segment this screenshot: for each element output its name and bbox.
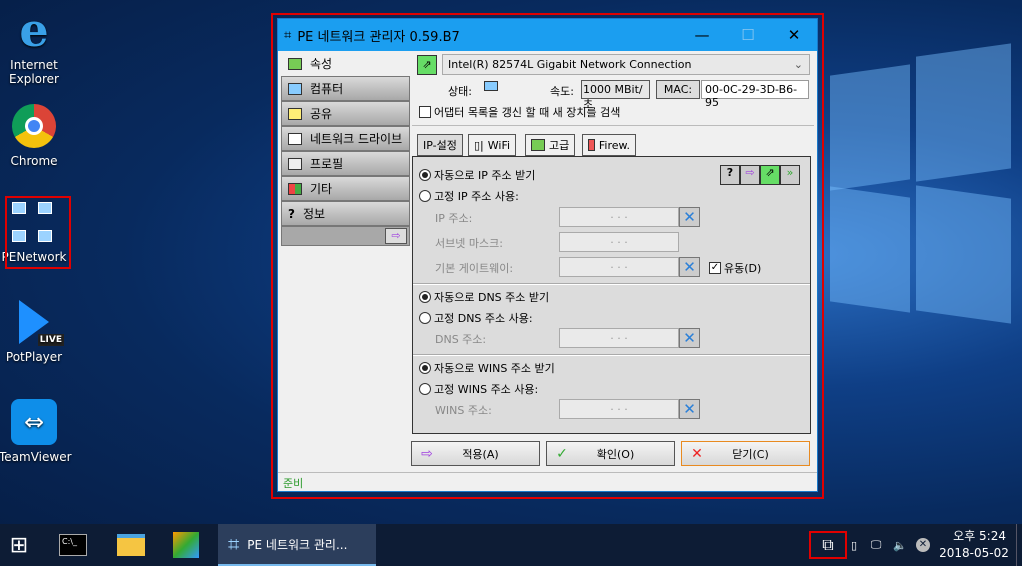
- chevron-down-icon: ⌄: [793, 58, 803, 71]
- help-icon[interactable]: ?: [720, 165, 740, 185]
- firewall-icon: [588, 139, 595, 151]
- app-icon: ⌗: [284, 27, 292, 43]
- taskbar-cmd[interactable]: C:\_: [50, 524, 96, 566]
- volume-icon[interactable]: 🔈: [890, 524, 910, 566]
- network-card-icon: [288, 57, 302, 70]
- share-icon: [288, 107, 302, 120]
- arrow-right-icon[interactable]: ⇨: [740, 165, 760, 185]
- folder-icon: [117, 534, 145, 556]
- other-icon: [288, 182, 302, 195]
- clear-gateway-button[interactable]: ✕: [679, 257, 700, 277]
- static-ip-radio[interactable]: 고정 IP 주소 사용:: [419, 188, 519, 204]
- close-dialog-button[interactable]: ✕ 닫기(C): [681, 441, 810, 466]
- network-status-icon: [484, 81, 498, 91]
- ip-settings-panel: ? ⇨ ⇗ » 자동으로 IP 주소 받기 고정 IP 주소 사용: IP 주소…: [412, 156, 811, 434]
- windows-icon: ⊞: [9, 532, 29, 558]
- check-icon: ✓: [556, 445, 568, 462]
- auto-wins-radio[interactable]: 자동으로 WINS 주소 받기: [419, 360, 555, 376]
- taskbar-pe-network-manager[interactable]: ⌗ PE 네트워크 관리...: [218, 524, 376, 566]
- refresh-adapter-button[interactable]: ⇗: [417, 55, 437, 75]
- cmd-icon: C:\_: [59, 534, 87, 556]
- refresh-icon[interactable]: ⇗: [760, 165, 780, 185]
- title-bar[interactable]: ⌗ PE 네트워크 관리자 0.59.B7 — ☐ ✕: [278, 19, 817, 51]
- network-tray-icon[interactable]: 🖵: [866, 524, 886, 566]
- settings-app-icon: [173, 532, 199, 558]
- clear-ip-button[interactable]: ✕: [679, 207, 700, 227]
- clear-wins-button[interactable]: ✕: [679, 399, 700, 419]
- sidebar-item-computer[interactable]: 컴퓨터: [281, 76, 410, 101]
- scan-devices-checkbox[interactable]: 어댑터 목록을 갱신 할 때 새 장치를 검색: [419, 104, 620, 120]
- teamviewer-icon: ⇔: [10, 398, 58, 446]
- sidebar-item-other[interactable]: 기타: [281, 176, 410, 201]
- tab-advanced[interactable]: 고급: [525, 134, 576, 156]
- divider: [412, 125, 814, 126]
- ok-button[interactable]: ✓ 확인(O): [546, 441, 675, 466]
- computer-icon: [288, 82, 302, 95]
- taskbar: ⊞ C:\_ ⌗ PE 네트워크 관리... ⧉ ▯ 🖵 🔈 ✕ 오후 5:24 2…: [0, 524, 1022, 566]
- desktop-icon-chrome[interactable]: Chrome: [0, 102, 69, 168]
- pe-network-manager-window: ⌗ PE 네트워크 관리자 0.59.B7 — ☐ ✕ 속성 컴퓨터 공유 네트…: [277, 18, 818, 492]
- sidebar-item-network-drive[interactable]: 네트워크 드라이브: [281, 126, 410, 151]
- tab-ip-settings[interactable]: IP-설정: [417, 134, 463, 156]
- tab-firewall[interactable]: Firew.: [582, 134, 636, 156]
- tab-wifi[interactable]: ▯| WiFi: [468, 134, 517, 156]
- speed-value: 1000 MBit/초: [581, 80, 650, 111]
- sidebar-item-profile[interactable]: 프로필: [281, 151, 410, 176]
- show-desktop-button[interactable]: [1016, 524, 1022, 566]
- clock[interactable]: 오후 5:24 2018-05-02: [936, 524, 1012, 566]
- network-drive-icon: [288, 132, 302, 145]
- dynamic-checkbox[interactable]: ✓ 유동(D): [709, 260, 761, 276]
- auto-ip-radio[interactable]: 자동으로 IP 주소 받기: [419, 167, 535, 183]
- sidebar-item-share[interactable]: 공유: [281, 101, 410, 126]
- highlight-box: [5, 196, 71, 269]
- desktop-icon-teamviewer[interactable]: ⇔ TeamViewer: [0, 398, 72, 464]
- toolbar-mini: ? ⇨ ⇗ »: [720, 165, 800, 185]
- clear-dns-button[interactable]: ✕: [679, 328, 700, 348]
- notification-close-icon[interactable]: ✕: [914, 524, 932, 566]
- sidebar-item-info[interactable]: ? 정보: [281, 201, 410, 226]
- x-icon: ✕: [691, 445, 703, 462]
- status-bar: 준비: [278, 472, 817, 491]
- wins-address-input[interactable]: . . .: [559, 399, 679, 419]
- internet-explorer-icon: e: [19, 3, 49, 57]
- maximize-button[interactable]: ☐: [725, 26, 771, 44]
- arrow-right-icon: ⇨: [421, 445, 433, 462]
- divider: [413, 354, 810, 356]
- adapter-select[interactable]: Intel(R) 82574L Gigabit Network Connecti…: [442, 54, 810, 75]
- question-icon: ?: [288, 206, 295, 221]
- usb-icon[interactable]: ▯: [846, 524, 862, 566]
- dns-address-input[interactable]: . . .: [559, 328, 679, 348]
- sidebar: 속성 컴퓨터 공유 네트워크 드라이브 프로필 기타 ? 정보 ⇨: [281, 51, 410, 246]
- minimize-button[interactable]: —: [679, 26, 725, 44]
- divider: [413, 283, 810, 285]
- ip-address-input[interactable]: . . .: [559, 207, 679, 227]
- sidebar-item-properties[interactable]: 속성: [281, 51, 410, 76]
- expand-icon[interactable]: »: [780, 165, 800, 185]
- start-button[interactable]: ⊞: [0, 524, 38, 566]
- sidebar-footer: ⇨: [281, 226, 410, 246]
- apply-button[interactable]: ⇨ 적용(A): [411, 441, 540, 466]
- static-dns-radio[interactable]: 고정 DNS 주소 사용:: [419, 310, 533, 326]
- network-icon: ⌗: [228, 532, 240, 556]
- static-wins-radio[interactable]: 고정 WINS 주소 사용:: [419, 381, 538, 397]
- window-title: PE 네트워크 관리자 0.59.B7: [297, 29, 460, 45]
- windows-logo-wallpaper: [830, 40, 1011, 330]
- collapse-arrow-button[interactable]: ⇨: [385, 228, 407, 244]
- subnet-mask-input[interactable]: . . .: [559, 232, 679, 252]
- chrome-icon: [10, 102, 58, 150]
- profile-icon: [288, 157, 302, 170]
- advanced-icon: [531, 139, 545, 151]
- wifi-icon: ▯|: [474, 138, 484, 152]
- desktop-icon-internet-explorer[interactable]: e Internet Explorer: [0, 3, 69, 86]
- auto-dns-radio[interactable]: 자동으로 DNS 주소 받기: [419, 289, 549, 305]
- gateway-input[interactable]: . . .: [559, 257, 679, 277]
- close-button[interactable]: ✕: [771, 26, 817, 44]
- taskbar-explorer[interactable]: [108, 524, 154, 566]
- potplayer-icon: LIVE: [10, 298, 64, 346]
- mac-value: 00-0C-29-3D-B6-95: [701, 80, 809, 109]
- highlight-box: [809, 531, 847, 559]
- desktop-icon-potplayer[interactable]: LIVE PotPlayer: [0, 298, 69, 364]
- taskbar-app[interactable]: [163, 524, 209, 566]
- mac-button[interactable]: MAC:: [656, 80, 700, 99]
